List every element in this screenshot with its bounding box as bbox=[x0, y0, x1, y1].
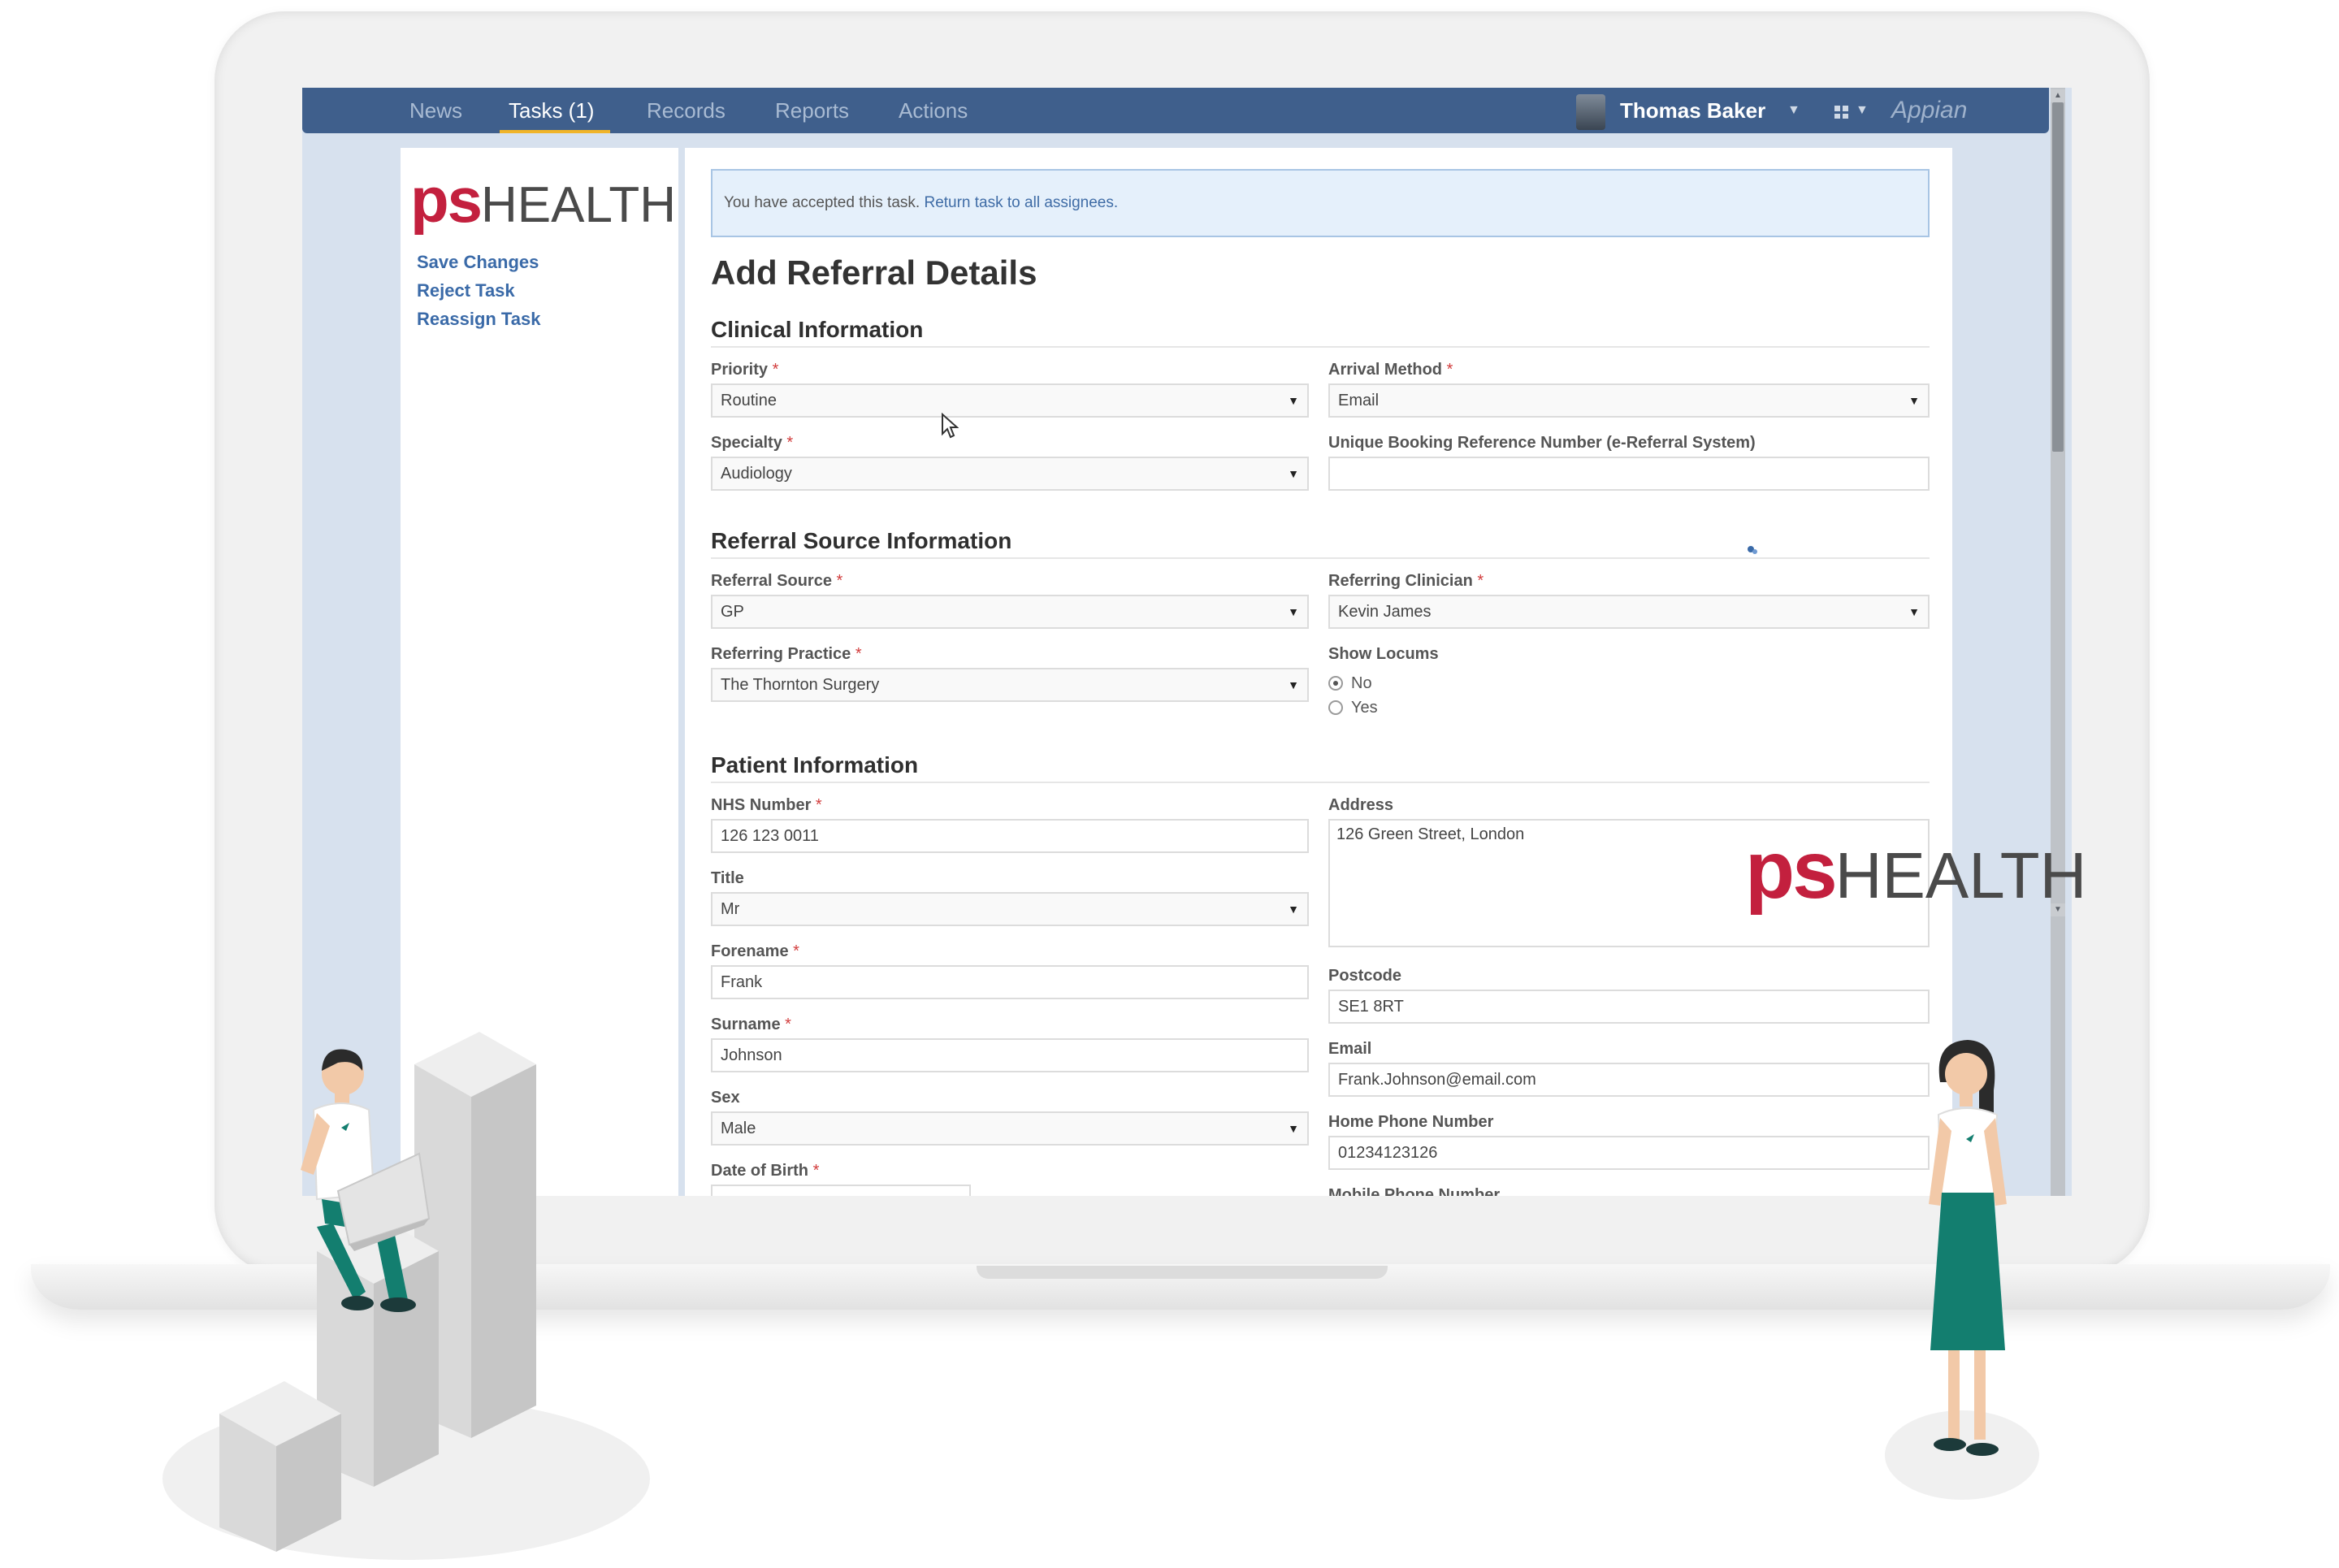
notice-text: You have accepted this task. bbox=[724, 194, 920, 211]
email-input[interactable]: Frank.Johnson@email.com bbox=[1328, 1063, 1930, 1097]
woman-standing-illustration bbox=[1929, 1040, 2007, 1456]
chevron-down-icon[interactable]: ▼ bbox=[1787, 88, 1800, 133]
home-phone-label: Home Phone Number bbox=[1328, 1113, 1494, 1131]
surname-input[interactable]: Johnson bbox=[711, 1038, 1309, 1072]
arrival-method-select[interactable]: Email ▼ bbox=[1328, 383, 1930, 418]
show-locums-label: Show Locums bbox=[1328, 645, 1439, 663]
referring-clinician-select[interactable]: Kevin James ▼ bbox=[1328, 595, 1930, 629]
pshealth-logo: psHEALTH bbox=[410, 164, 677, 236]
section-title-patient: Patient Information bbox=[711, 752, 919, 778]
chevron-down-icon: ▼ bbox=[1288, 394, 1299, 407]
return-task-link[interactable]: Return task to all assignees. bbox=[924, 194, 1118, 211]
nav-news[interactable]: News bbox=[409, 88, 462, 133]
reject-task-link[interactable]: Reject Task bbox=[417, 280, 515, 301]
pshealth-watermark-logo: psHEALTH bbox=[1745, 825, 2087, 916]
arrival-method-label: Arrival Method * bbox=[1328, 361, 1453, 379]
forename-input[interactable]: Frank bbox=[711, 965, 1309, 999]
chevron-down-icon: ▼ bbox=[1288, 678, 1299, 691]
email-label: Email bbox=[1328, 1040, 1372, 1058]
priority-label: Priority * bbox=[711, 361, 779, 379]
section-title-referral: Referral Source Information bbox=[711, 528, 1012, 553]
nav-tasks[interactable]: Tasks (1) bbox=[509, 88, 594, 133]
loading-icon bbox=[1748, 546, 1757, 554]
title-select[interactable]: Mr ▼ bbox=[711, 892, 1309, 926]
laptop-notch bbox=[977, 1266, 1388, 1279]
reassign-task-link[interactable]: Reassign Task bbox=[417, 309, 540, 330]
active-tab-indicator bbox=[500, 130, 610, 133]
scrollbar-thumb[interactable] bbox=[2052, 102, 2064, 452]
sex-select[interactable]: Male ▼ bbox=[711, 1111, 1309, 1146]
nhs-number-label: NHS Number * bbox=[711, 796, 822, 814]
chevron-down-icon[interactable]: ▼ bbox=[1856, 88, 1869, 133]
ubrn-input[interactable] bbox=[1328, 457, 1930, 491]
page-title: Add Referral Details bbox=[711, 253, 1037, 292]
save-changes-link[interactable]: Save Changes bbox=[417, 252, 539, 273]
nhs-number-input[interactable]: 126 123 0011 bbox=[711, 819, 1309, 853]
scroll-up-icon[interactable]: ▲ bbox=[2051, 89, 2065, 102]
mobile-phone-label: Mobile Phone Number bbox=[1328, 1186, 1501, 1196]
home-phone-input[interactable]: 01234123126 bbox=[1328, 1136, 1930, 1170]
surname-label: Surname * bbox=[711, 1016, 791, 1033]
priority-select[interactable]: Routine ▼ bbox=[711, 383, 1309, 418]
radio-unchecked-icon[interactable] bbox=[1328, 700, 1343, 715]
man-with-laptop-illustration bbox=[219, 1032, 536, 1552]
app-screen: News Tasks (1) Records Reports Actions T… bbox=[302, 88, 2072, 1196]
nav-actions[interactable]: Actions bbox=[899, 88, 968, 133]
section-divider bbox=[711, 346, 1930, 348]
chevron-down-icon: ▼ bbox=[1288, 467, 1299, 480]
referring-clinician-label: Referring Clinician * bbox=[1328, 572, 1484, 590]
section-title-clinical: Clinical Information bbox=[711, 317, 924, 342]
chevron-down-icon: ▼ bbox=[1288, 1122, 1299, 1135]
postcode-label: Postcode bbox=[1328, 967, 1402, 985]
specialty-label: Specialty * bbox=[711, 434, 794, 452]
referring-practice-label: Referring Practice * bbox=[711, 645, 862, 663]
referral-form-panel: You have accepted this task. Return task… bbox=[685, 148, 1952, 1196]
user-avatar[interactable] bbox=[1576, 94, 1605, 130]
nav-records[interactable]: Records bbox=[647, 88, 726, 133]
ubrn-label: Unique Booking Reference Number (e-Refer… bbox=[1328, 434, 1756, 452]
postcode-input[interactable]: SE1 8RT bbox=[1328, 990, 1930, 1024]
sex-label: Sex bbox=[711, 1089, 740, 1107]
appian-logo: Appian bbox=[1891, 97, 1968, 123]
show-locums-yes-radio[interactable]: Yes bbox=[1328, 697, 1426, 718]
chevron-down-icon: ▼ bbox=[1908, 394, 1920, 407]
radio-checked-icon[interactable] bbox=[1328, 676, 1343, 691]
user-menu-name[interactable]: Thomas Baker bbox=[1620, 88, 1765, 133]
mouse-cursor-icon bbox=[942, 413, 959, 439]
referring-practice-select[interactable]: The Thornton Surgery ▼ bbox=[711, 668, 1309, 702]
task-accepted-notice: You have accepted this task. Return task… bbox=[711, 169, 1930, 237]
apps-grid-icon[interactable] bbox=[1834, 106, 1849, 119]
nav-reports[interactable]: Reports bbox=[775, 88, 849, 133]
chevron-down-icon: ▼ bbox=[1908, 605, 1920, 618]
specialty-select[interactable]: Audiology ▼ bbox=[711, 457, 1309, 491]
title-label: Title bbox=[711, 869, 744, 887]
section-divider bbox=[711, 782, 1930, 783]
top-nav-bar: News Tasks (1) Records Reports Actions T… bbox=[302, 88, 2049, 133]
show-locums-no-radio[interactable]: No bbox=[1328, 673, 1426, 694]
forename-label: Forename * bbox=[711, 942, 799, 960]
referral-source-label: Referral Source * bbox=[711, 572, 843, 590]
dob-input[interactable] bbox=[711, 1185, 971, 1196]
address-label: Address bbox=[1328, 796, 1394, 814]
dob-label: Date of Birth * bbox=[711, 1162, 820, 1180]
referral-source-select[interactable]: GP ▼ bbox=[711, 595, 1309, 629]
section-divider bbox=[711, 557, 1930, 559]
chevron-down-icon: ▼ bbox=[1288, 903, 1299, 916]
chevron-down-icon: ▼ bbox=[1288, 605, 1299, 618]
